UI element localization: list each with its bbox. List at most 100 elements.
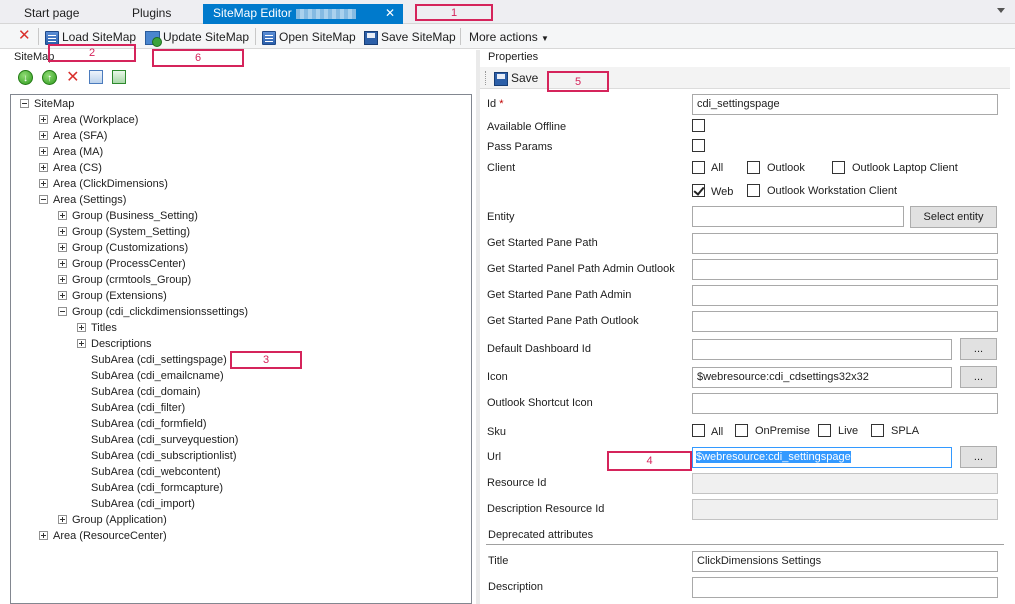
url-field[interactable]: $webresource:cdi_settingspage bbox=[692, 447, 952, 468]
tree-node[interactable]: Area (Workplace) bbox=[39, 112, 138, 128]
tree-node[interactable]: SiteMap bbox=[20, 96, 74, 112]
close-tab-icon[interactable]: ✕ bbox=[385, 4, 395, 22]
client-outlook-workstation-checkbox[interactable] bbox=[747, 184, 760, 197]
properties-save-button[interactable]: Save bbox=[494, 69, 538, 87]
get-started-pane-path-field[interactable] bbox=[692, 233, 998, 254]
title-field[interactable]: ClickDimensions Settings bbox=[692, 551, 998, 572]
expand-icon[interactable] bbox=[77, 322, 86, 332]
get-started-panel-path-admin-outlook-field[interactable] bbox=[692, 259, 998, 280]
tree-node[interactable]: SubArea (cdi_webcontent) bbox=[77, 464, 221, 480]
sku-all-checkbox[interactable] bbox=[692, 424, 705, 437]
icon-field[interactable]: $webresource:cdi_cdsettings32x32 bbox=[692, 367, 952, 388]
pass-params-checkbox[interactable] bbox=[692, 139, 705, 152]
tree-node[interactable]: Group (Application) bbox=[58, 512, 167, 528]
more-actions-dropdown[interactable]: More actions ▼ bbox=[469, 28, 549, 46]
update-sitemap-button[interactable]: Update SiteMap bbox=[145, 28, 249, 47]
tree-node-label: Area (SFA) bbox=[53, 130, 108, 142]
tree-node[interactable]: Area (MA) bbox=[39, 144, 103, 160]
panel-splitter[interactable] bbox=[476, 50, 480, 604]
move-up-icon[interactable]: ↑ bbox=[42, 69, 58, 85]
default-dashboard-id-field[interactable] bbox=[692, 339, 952, 360]
tree-node[interactable]: Group (crmtools_Group) bbox=[58, 272, 191, 288]
tree-node[interactable]: Group (Extensions) bbox=[58, 288, 167, 304]
expand-icon[interactable] bbox=[58, 258, 67, 268]
collapse-icon[interactable] bbox=[39, 194, 48, 204]
client-outlook-laptop-label: Outlook Laptop Client bbox=[852, 162, 958, 174]
tree-node[interactable]: Group (Customizations) bbox=[58, 240, 188, 256]
tree-node[interactable]: SubArea (cdi_domain) bbox=[77, 384, 200, 400]
tree-node[interactable]: SubArea (cdi_subscriptionlist) bbox=[77, 448, 237, 464]
get-started-pane-path-admin-field[interactable] bbox=[692, 285, 998, 306]
client-all-label: All bbox=[711, 162, 724, 174]
expand-icon[interactable] bbox=[39, 178, 48, 188]
get-started-pane-path-label: Get Started Pane Path bbox=[487, 237, 598, 249]
save-sitemap-button[interactable]: Save SiteMap bbox=[364, 28, 456, 46]
close-tool-icon[interactable]: ✕ bbox=[18, 27, 31, 45]
tree-node[interactable]: Area (ClickDimensions) bbox=[39, 176, 168, 192]
outlook-shortcut-icon-field[interactable] bbox=[692, 393, 998, 414]
select-entity-button[interactable]: Select entity bbox=[910, 206, 997, 228]
open-sitemap-button[interactable]: Open SiteMap bbox=[262, 28, 356, 46]
tree-node[interactable]: Titles bbox=[77, 320, 117, 336]
url-selected-text: $webresource:cdi_settingspage bbox=[696, 451, 851, 463]
tree-node[interactable]: SubArea (cdi_formcapture) bbox=[77, 480, 223, 496]
sku-live-checkbox[interactable] bbox=[818, 424, 831, 437]
expand-icon[interactable] bbox=[58, 226, 67, 236]
id-field[interactable]: cdi_settingspage bbox=[692, 94, 998, 115]
description-field[interactable] bbox=[692, 577, 998, 598]
tree-node-label: Group (System_Setting) bbox=[72, 226, 190, 238]
tree-node[interactable]: SubArea (cdi_surveyquestion) bbox=[77, 432, 238, 448]
copy-node-icon[interactable] bbox=[88, 70, 103, 84]
icon-browse-button[interactable]: ... bbox=[960, 366, 997, 388]
tab-overflow-icon[interactable] bbox=[997, 8, 1005, 13]
tree-node[interactable]: Area (SFA) bbox=[39, 128, 107, 144]
collapse-icon[interactable] bbox=[58, 306, 67, 316]
default-dashboard-browse-button[interactable]: ... bbox=[960, 338, 997, 360]
tree-node[interactable]: Group (ProcessCenter) bbox=[58, 256, 186, 272]
expand-icon[interactable] bbox=[58, 514, 67, 524]
expand-icon[interactable] bbox=[39, 114, 48, 124]
tree-node[interactable]: Area (Settings) bbox=[39, 192, 126, 208]
available-offline-checkbox[interactable] bbox=[692, 119, 705, 132]
tree-node[interactable]: Area (ResourceCenter) bbox=[39, 528, 167, 544]
expand-icon[interactable] bbox=[77, 338, 86, 348]
delete-node-icon[interactable]: ✕ bbox=[66, 69, 79, 86]
tree-node[interactable]: SubArea (cdi_import) bbox=[77, 496, 195, 512]
client-all-checkbox[interactable] bbox=[692, 161, 705, 174]
tree-node[interactable]: SubArea (cdi_settingspage) bbox=[77, 352, 227, 368]
expand-icon[interactable] bbox=[58, 242, 67, 252]
client-outlook-checkbox[interactable] bbox=[747, 161, 760, 174]
sku-onpremise-checkbox[interactable] bbox=[735, 424, 748, 437]
paste-node-icon[interactable] bbox=[111, 70, 126, 84]
expand-icon[interactable] bbox=[58, 210, 67, 220]
tree-node[interactable]: SubArea (cdi_filter) bbox=[77, 400, 185, 416]
expand-icon[interactable] bbox=[39, 146, 48, 156]
description-label: Description bbox=[488, 581, 544, 593]
tree-node[interactable]: Group (System_Setting) bbox=[58, 224, 190, 240]
tree-node-label: SubArea (cdi_formfield) bbox=[91, 418, 207, 430]
tree-node[interactable]: Descriptions bbox=[77, 336, 152, 352]
tree-node[interactable]: SubArea (cdi_formfield) bbox=[77, 416, 207, 432]
expand-icon[interactable] bbox=[39, 530, 48, 540]
entity-field[interactable] bbox=[692, 206, 904, 227]
sku-spla-checkbox[interactable] bbox=[871, 424, 884, 437]
toolbar-grip bbox=[485, 71, 488, 85]
tab-start-page[interactable]: Start page bbox=[14, 4, 89, 24]
tree-node[interactable]: Area (CS) bbox=[39, 160, 102, 176]
tree-toolbar: ↓ ↑ ✕ bbox=[18, 67, 132, 89]
move-down-icon[interactable]: ↓ bbox=[18, 69, 33, 85]
expand-icon[interactable] bbox=[39, 130, 48, 140]
get-started-pane-path-outlook-field[interactable] bbox=[692, 311, 998, 332]
tree-node[interactable]: SubArea (cdi_emailcname) bbox=[77, 368, 224, 384]
tab-sitemap-editor[interactable]: SiteMap Editor ✕ bbox=[203, 4, 403, 24]
expand-icon[interactable] bbox=[58, 274, 67, 284]
client-outlook-laptop-checkbox[interactable] bbox=[832, 161, 845, 174]
expand-icon[interactable] bbox=[39, 162, 48, 172]
tree-node[interactable]: Group (cdi_clickdimensionssettings) bbox=[58, 304, 248, 320]
collapse-icon[interactable] bbox=[20, 98, 29, 108]
tab-plugins[interactable]: Plugins bbox=[122, 4, 181, 24]
tree-node[interactable]: Group (Business_Setting) bbox=[58, 208, 198, 224]
client-web-checkbox[interactable] bbox=[692, 184, 705, 197]
url-browse-button[interactable]: ... bbox=[960, 446, 997, 468]
expand-icon[interactable] bbox=[58, 290, 67, 300]
